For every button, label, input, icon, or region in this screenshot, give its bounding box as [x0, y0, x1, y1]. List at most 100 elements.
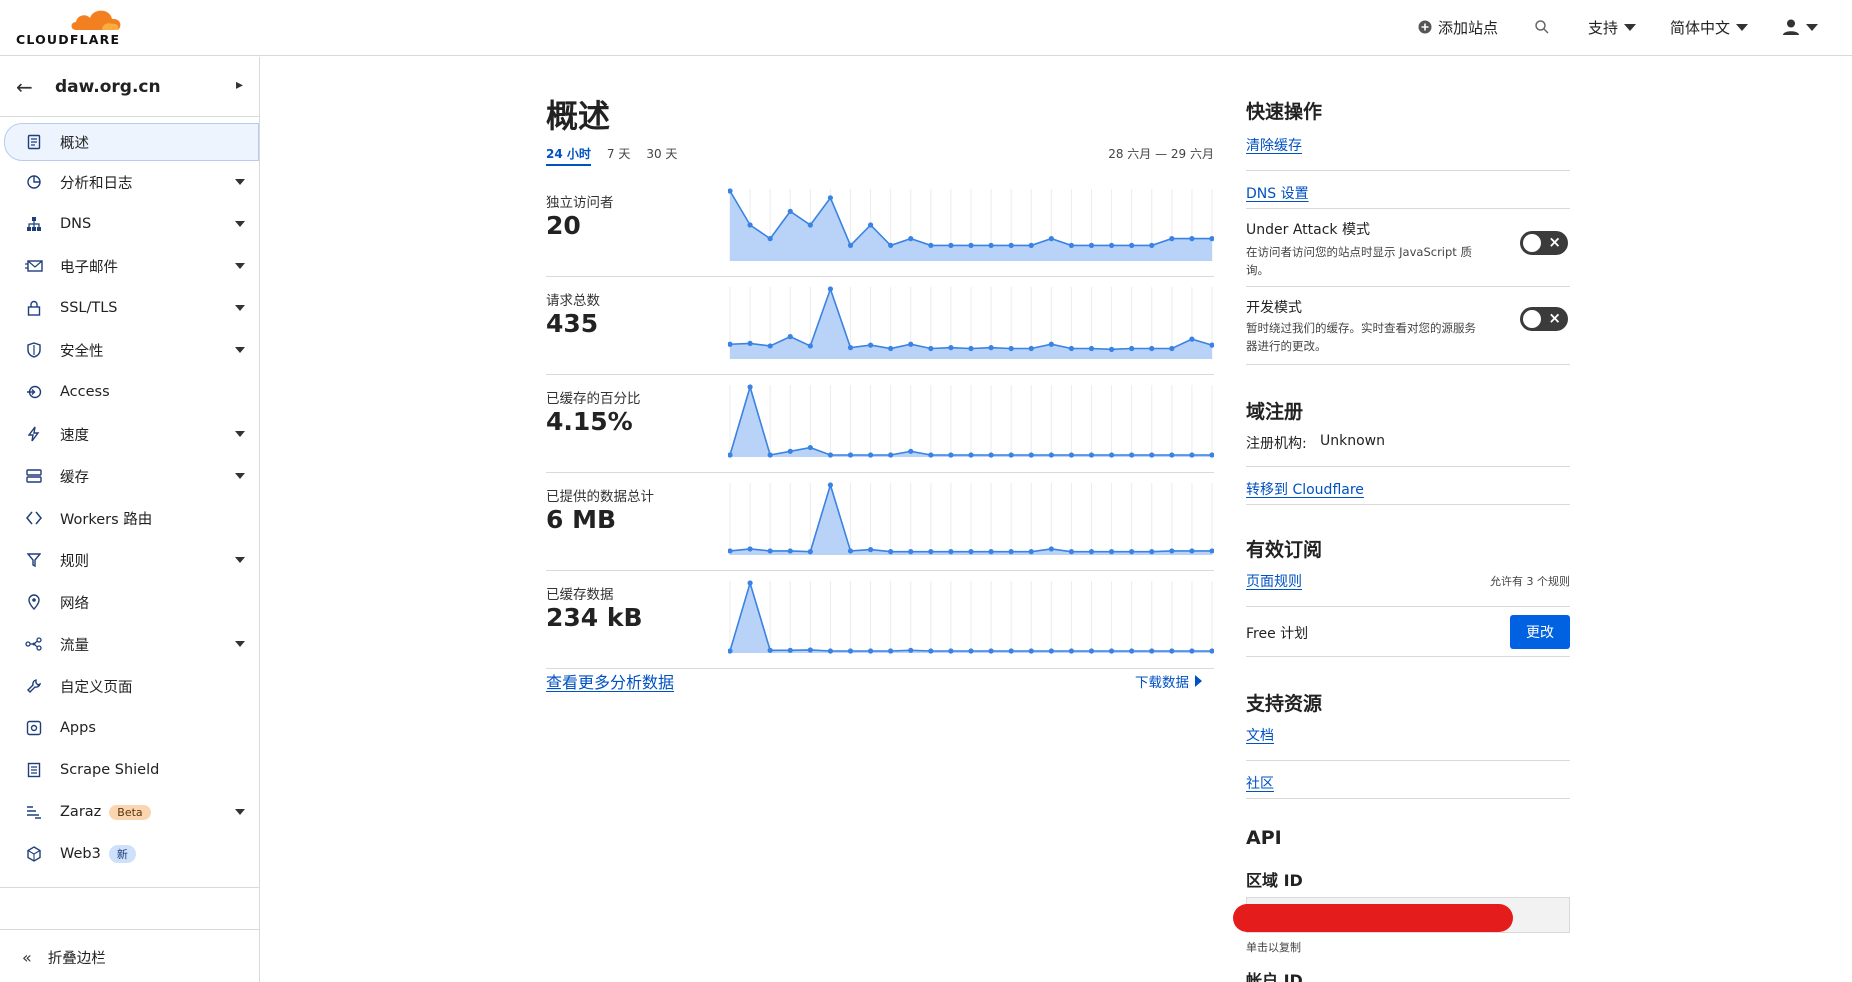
metric-value: 234 kB: [546, 603, 643, 632]
sparkline-chart: [728, 188, 1214, 261]
search-button[interactable]: [1534, 16, 1550, 38]
sidebar-item[interactable]: 概述: [4, 123, 259, 161]
page-rules-link[interactable]: 页面规则: [1246, 571, 1302, 591]
chevron-down-icon[interactable]: [235, 641, 245, 647]
data-point: [888, 549, 894, 555]
zaraz-icon: [24, 802, 44, 822]
page-rules-allowance: 允许有 3 个规则: [1490, 575, 1570, 588]
sidebar-item[interactable]: Workers 路由: [0, 497, 259, 539]
sidebar-item[interactable]: Zaraz Beta: [0, 791, 259, 833]
data-point: [1129, 242, 1135, 248]
subscriptions-title: 有效订阅: [1246, 539, 1323, 561]
more-analytics-link[interactable]: 查看更多分析数据: [546, 669, 674, 693]
data-point: [827, 482, 834, 488]
zone-id-field[interactable]: [1233, 897, 1570, 933]
sidebar-item[interactable]: Scrape Shield: [0, 749, 259, 791]
zone-id-label: 区域 ID: [1246, 871, 1303, 890]
data-point: [1028, 452, 1034, 458]
sidebar-item[interactable]: 规则: [0, 539, 259, 581]
user-icon: [1783, 19, 1799, 35]
chevron-down-icon[interactable]: [235, 809, 245, 815]
chevron-down-icon[interactable]: [235, 431, 245, 437]
data-point: [1108, 549, 1115, 555]
data-point: [1149, 648, 1155, 654]
dev-mode-description: 暂时绕过我们的缓存。实时查看对您的源服务器进行的更改。: [1246, 321, 1476, 353]
transfer-to-cloudflare-link[interactable]: 转移到 Cloudflare: [1246, 479, 1364, 499]
docs-link[interactable]: 文档: [1246, 725, 1274, 745]
sidebar-item[interactable]: Access: [0, 371, 259, 413]
sidebar-item[interactable]: 自定义页面: [0, 665, 259, 707]
chevron-down-icon[interactable]: [235, 221, 245, 227]
sidebar-item-badge: Beta: [109, 804, 151, 820]
dev-mode-toggle[interactable]: ×: [1520, 307, 1568, 331]
sidebar-item[interactable]: 速度: [0, 413, 259, 455]
dns-settings-link[interactable]: DNS 设置: [1246, 183, 1309, 203]
data-point: [908, 341, 914, 347]
data-point: [1008, 242, 1014, 248]
sidebar-item[interactable]: 安全性: [0, 329, 259, 371]
chevron-down-icon[interactable]: [235, 305, 245, 311]
sidebar-item[interactable]: 流量: [0, 623, 259, 665]
under-attack-row: Under Attack 模式 在访问者访问您的站点时显示 JavaScript…: [1246, 209, 1570, 287]
sidebar-item[interactable]: SSL/TLS: [0, 287, 259, 329]
sidebar-item-label: Zaraz: [60, 804, 102, 820]
zone-header: ← daw.org.cn ▸: [0, 57, 259, 117]
apps-icon: [24, 718, 44, 738]
sidebar-item[interactable]: 分析和日志: [0, 161, 259, 203]
community-row: 社区: [1246, 761, 1570, 799]
data-point: [988, 242, 994, 248]
download-data-button[interactable]: 下载数据: [1135, 671, 1202, 691]
sidebar-item[interactable]: 缓存: [0, 455, 259, 497]
tab-30d[interactable]: 30 天: [646, 145, 677, 166]
add-site-button[interactable]: 添加站点: [1418, 16, 1498, 38]
chevron-down-icon[interactable]: [235, 557, 245, 563]
under-attack-toggle[interactable]: ×: [1520, 231, 1568, 255]
data-point: [867, 547, 874, 553]
back-arrow-icon[interactable]: ←: [16, 75, 33, 99]
data-point: [968, 242, 974, 248]
chevron-down-icon[interactable]: [235, 473, 245, 479]
data-point: [968, 648, 974, 654]
tab-24h[interactable]: 24 小时: [546, 145, 591, 166]
sidebar-item[interactable]: 网络: [0, 581, 259, 623]
metric-value: 20: [546, 211, 581, 240]
language-menu[interactable]: 简体中文: [1670, 16, 1749, 38]
data-point: [1129, 345, 1135, 352]
chevron-down-icon[interactable]: [235, 179, 245, 185]
chevron-right-icon[interactable]: ▸: [236, 77, 243, 93]
sidebar-item-label: Scrape Shield: [60, 762, 160, 778]
account-id-label: 帐户 ID: [1246, 971, 1303, 982]
registrar-value: Unknown: [1320, 433, 1385, 449]
add-site-label: 添加站点: [1438, 18, 1499, 37]
data-point: [1108, 346, 1115, 352]
cloudflare-logo[interactable]: CLOUDFLARE: [16, 6, 128, 47]
purge-cache-link[interactable]: 清除缓存: [1246, 135, 1302, 155]
metric-label: 独立访问者: [546, 195, 614, 211]
metric-value: 6 MB: [546, 505, 617, 534]
tab-7d[interactable]: 7 天: [607, 145, 630, 166]
data-point: [928, 648, 934, 654]
sidebar-item[interactable]: DNS: [0, 203, 259, 245]
data-point: [827, 452, 834, 458]
collapse-sidebar-button[interactable]: « 折叠边栏: [22, 947, 106, 968]
data-point: [1129, 549, 1135, 555]
web3-icon: [24, 844, 44, 864]
change-plan-button[interactable]: 更改: [1510, 615, 1570, 649]
sidebar-item-label: 自定义页面: [60, 679, 133, 696]
sidebar-item[interactable]: 电子邮件: [0, 245, 259, 287]
access-icon: [24, 382, 44, 402]
chevron-down-icon[interactable]: [235, 347, 245, 353]
data-point: [988, 648, 994, 654]
support-menu[interactable]: 支持: [1588, 16, 1637, 38]
user-menu[interactable]: [1782, 16, 1818, 38]
data-point: [827, 195, 834, 201]
double-chevron-left-icon: «: [22, 948, 32, 967]
community-link[interactable]: 社区: [1246, 773, 1274, 793]
chevron-down-icon[interactable]: [235, 263, 245, 269]
data-point: [827, 286, 834, 292]
data-point: [908, 647, 914, 653]
metric-label: 已缓存的百分比: [546, 391, 641, 407]
sidebar-item[interactable]: Web3 新: [0, 833, 259, 875]
data-point: [747, 546, 753, 552]
sidebar-item[interactable]: Apps: [0, 707, 259, 749]
